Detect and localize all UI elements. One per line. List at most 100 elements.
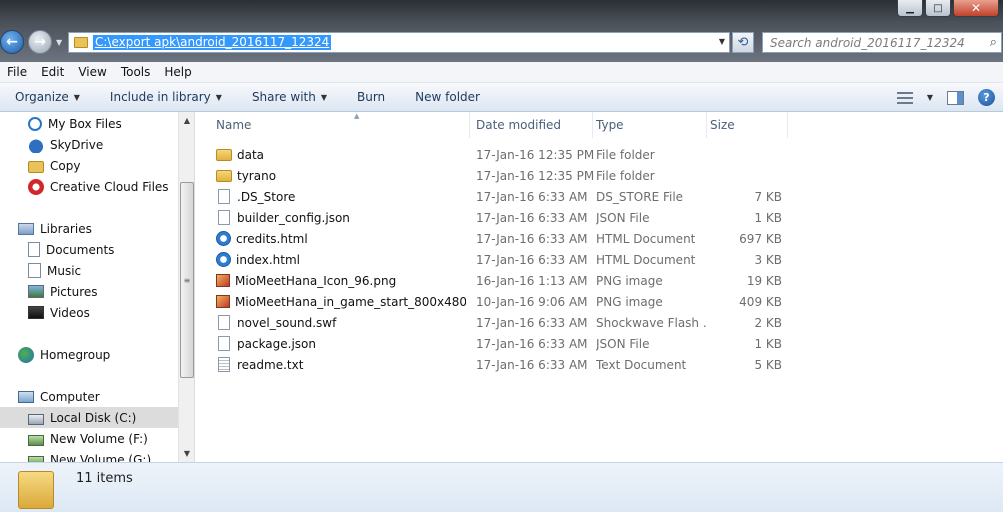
- image-file-icon: [216, 274, 230, 287]
- file-type: PNG image: [596, 294, 663, 309]
- nav-item-creative-cloud-files[interactable]: Creative Cloud Files: [28, 176, 169, 197]
- organize-button[interactable]: Organize ▼: [0, 90, 95, 104]
- nav-item-skydrive[interactable]: SkyDrive: [28, 134, 103, 155]
- music-icon: [28, 263, 41, 278]
- burn-button[interactable]: Burn: [342, 90, 400, 104]
- search-box[interactable]: ⌕: [762, 32, 1002, 53]
- file-icon: [218, 189, 230, 204]
- search-input[interactable]: [770, 35, 980, 50]
- new-folder-button[interactable]: New folder: [400, 90, 495, 104]
- column-size[interactable]: Size: [708, 112, 788, 138]
- change-view-icon[interactable]: [896, 91, 913, 104]
- menu-file[interactable]: File: [0, 65, 34, 79]
- column-name[interactable]: Name: [214, 112, 470, 138]
- column-type[interactable]: Type: [594, 112, 707, 138]
- scroll-up-icon[interactable]: ▲: [179, 112, 194, 129]
- menu-edit[interactable]: Edit: [34, 65, 71, 79]
- file-row[interactable]: novel_sound.swf 17-Jan-16 6:33 AM Shockw…: [214, 312, 794, 333]
- chevron-down-icon[interactable]: ▼: [927, 93, 933, 102]
- menu-tools[interactable]: Tools: [114, 65, 158, 79]
- nav-item-my-box-files[interactable]: My Box Files: [28, 113, 122, 134]
- file-type: PNG image: [596, 273, 663, 288]
- nav-item-music[interactable]: Music: [28, 260, 81, 281]
- nav-item-documents[interactable]: Documents: [28, 239, 114, 260]
- computer-icon: [18, 390, 34, 403]
- file-icon: [218, 336, 230, 351]
- chevron-down-icon: ▼: [215, 92, 222, 102]
- recent-pages-dropdown[interactable]: ▼: [56, 38, 62, 47]
- nav-item-videos[interactable]: Videos: [28, 302, 90, 323]
- address-path[interactable]: C:\export apk\android_2016117_12324: [93, 35, 332, 50]
- nav-item-pictures[interactable]: Pictures: [28, 281, 98, 302]
- refresh-button[interactable]: ⟲: [732, 32, 754, 53]
- close-button[interactable]: ✕: [953, 0, 999, 17]
- nav-item-local-disk-c[interactable]: Local Disk (C:): [0, 407, 178, 428]
- details-pane: 11 items: [0, 462, 1003, 512]
- image-file-icon: [216, 295, 230, 308]
- chevron-down-icon[interactable]: ▼: [719, 37, 725, 46]
- cloud-icon: [28, 136, 44, 153]
- folder-icon: [18, 471, 54, 509]
- search-icon[interactable]: ⌕: [990, 35, 997, 50]
- file-row[interactable]: index.html 17-Jan-16 6:33 AM HTML Docume…: [214, 249, 794, 270]
- menu-view[interactable]: View: [71, 65, 113, 79]
- file-row[interactable]: MioMeetHana_Icon_96.png 16-Jan-16 1:13 A…: [214, 270, 794, 291]
- chevron-down-icon: ▼: [73, 92, 80, 102]
- file-list: ▲ Name Date modified Type Size data 17-J…: [196, 112, 1003, 462]
- file-row[interactable]: tyrano 17-Jan-16 12:35 PM File folder: [214, 165, 794, 186]
- preview-pane-icon[interactable]: [947, 90, 964, 105]
- share-with-label: Share with: [251, 90, 316, 104]
- scrollbar-thumb[interactable]: ≡: [180, 182, 194, 378]
- column-headers: ▲ Name Date modified Type Size: [214, 112, 994, 138]
- html-file-icon: [216, 231, 231, 246]
- nav-item-label: My Box Files: [48, 116, 122, 131]
- file-row[interactable]: credits.html 17-Jan-16 6:33 AM HTML Docu…: [214, 228, 794, 249]
- file-name: index.html: [236, 252, 300, 267]
- nav-item-libraries[interactable]: Libraries: [18, 218, 92, 239]
- file-type: HTML Document: [596, 231, 696, 246]
- arrow-right-icon: →: [34, 34, 46, 50]
- file-row[interactable]: .DS_Store 17-Jan-16 6:33 AM DS_STORE Fil…: [214, 186, 794, 207]
- file-row[interactable]: builder_config.json 17-Jan-16 6:33 AM JS…: [214, 207, 794, 228]
- file-name: package.json: [237, 336, 317, 351]
- minimize-button[interactable]: ▁: [897, 0, 923, 17]
- nav-item-new-volume-f[interactable]: New Volume (F:): [28, 428, 148, 449]
- nav-item-new-volume-g[interactable]: New Volume (G:): [28, 449, 151, 462]
- file-size: 1 KB: [754, 210, 782, 225]
- column-date-modified[interactable]: Date modified: [474, 112, 593, 138]
- file-row[interactable]: MioMeetHana_in_game_start_800x480.png 10…: [214, 291, 794, 312]
- share-with-button[interactable]: Share with ▼: [237, 90, 342, 104]
- file-name: tyrano: [237, 168, 277, 183]
- pictures-icon: [28, 285, 44, 298]
- forward-button[interactable]: →: [28, 30, 52, 54]
- nav-item-homegroup[interactable]: Homegroup: [18, 344, 110, 365]
- back-button[interactable]: ←: [0, 30, 24, 54]
- nav-item-computer[interactable]: Computer: [18, 386, 100, 407]
- file-type: JSON File: [596, 336, 650, 351]
- help-icon[interactable]: ?: [978, 89, 995, 106]
- file-name: .DS_Store: [237, 189, 296, 204]
- items-count: 11 items: [76, 471, 133, 486]
- nav-item-copy[interactable]: Copy: [28, 155, 80, 176]
- scroll-down-icon[interactable]: ▼: [179, 445, 194, 462]
- menu-help[interactable]: Help: [157, 65, 198, 79]
- title-bar: ▁ □ ✕ ← → ▼ C:\export apk\android_201611…: [0, 0, 1003, 62]
- file-type: File folder: [596, 147, 655, 162]
- nav-scrollbar[interactable]: ▲ ≡ ▼: [178, 112, 194, 462]
- file-row[interactable]: package.json 17-Jan-16 6:33 AM JSON File…: [214, 333, 794, 354]
- nav-item-label: New Volume (F:): [50, 431, 148, 446]
- file-size: [708, 144, 782, 165]
- file-name: MioMeetHana_Icon_96.png: [235, 273, 397, 288]
- file-date: 16-Jan-16 1:13 AM: [476, 273, 588, 288]
- maximize-button[interactable]: □: [925, 0, 951, 17]
- file-size: 5 KB: [754, 357, 782, 372]
- file-row[interactable]: readme.txt 17-Jan-16 6:33 AM Text Docume…: [214, 354, 794, 375]
- file-type: File folder: [596, 168, 655, 183]
- file-name: MioMeetHana_in_game_start_800x480.png: [235, 294, 466, 309]
- organize-label: Organize: [15, 90, 69, 104]
- nav-item-label: Computer: [40, 389, 100, 404]
- file-name: data: [237, 147, 265, 162]
- address-bar[interactable]: C:\export apk\android_2016117_12324 ▼: [68, 32, 730, 53]
- include-in-library-button[interactable]: Include in library ▼: [95, 90, 237, 104]
- file-row[interactable]: data 17-Jan-16 12:35 PM File folder: [214, 144, 794, 165]
